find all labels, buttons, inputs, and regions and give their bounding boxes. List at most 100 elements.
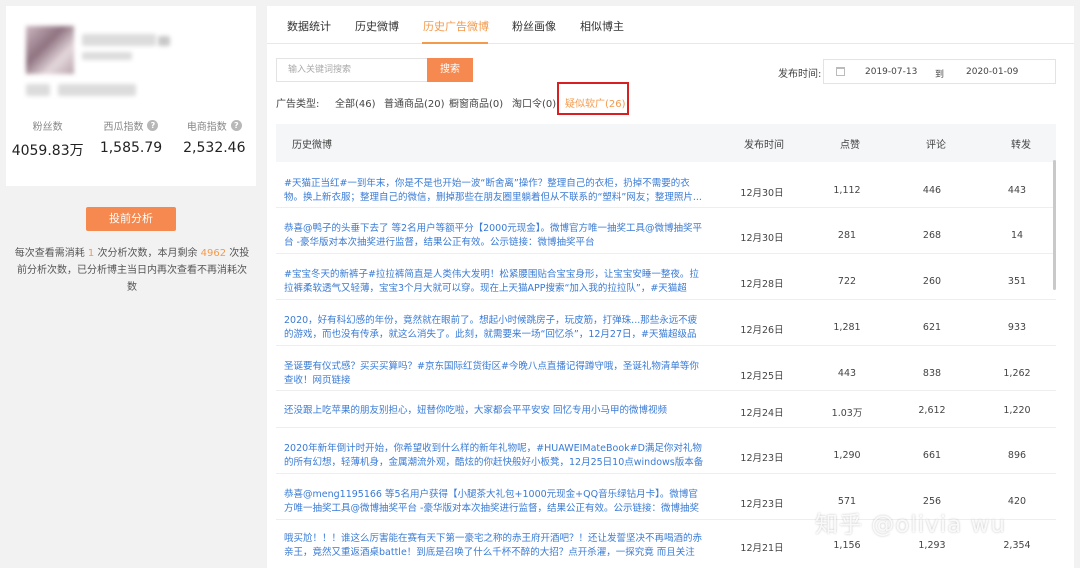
row-likes: 1,290 [833,450,861,461]
table-row: 还没跟上吃苹果的朋友别担心，妞替你吃啦，大家都会平平安安 回忆专用小马甲的微博视… [276,391,1056,428]
table-row: #宝宝冬天的新裤子#拉拉裤简直是人类伟大发明！松紧腰围贴合宝宝身形，让宝宝安睡一… [276,254,1056,300]
header-weibo: 历史微博 [292,140,332,151]
weibo-text-link[interactable]: #宝宝冬天的新裤子#拉拉裤简直是人类伟大发明！松紧腰围贴合宝宝身形，让宝宝安睡一… [284,268,704,296]
row-likes: 443 [837,368,857,379]
weibo-text-link[interactable]: 圣诞要有仪式感？买买买算吗？#京东国际红货街区#今晚八点直播记得蹲守哦，圣诞礼物… [284,360,704,388]
row-date: 12月26日 [740,325,784,336]
stat-fans: 粉丝数 4059.83万 [6,118,89,160]
date-separator: 到 [935,70,945,80]
weibo-text-link[interactable]: 还没跟上吃苹果的朋友别担心，妞替你吃啦，大家都会平平安安 回忆专用小马甲的微博视… [284,404,704,418]
stat-label: 电商指数 [186,121,227,133]
row-reposts: 1,262 [1003,368,1031,379]
calendar-icon [836,67,845,76]
filter-window-goods[interactable]: 橱窗商品(0) [449,95,503,110]
row-comments: 1,293 [918,540,946,551]
table-row: 圣诞要有仪式感？买买买算吗？#京东国际红货街区#今晚八点直播记得蹲守哦，圣诞礼物… [276,346,1056,391]
stat-value: 2,532.46 [183,140,246,156]
stat-value: 1,585.79 [99,140,163,156]
weibo-text-link[interactable]: #天猫正当红#一到年末，你是不是也开始一波“断舍离”操作？整理自己的衣柜，扔掉不… [284,177,704,205]
blurred-subtitle [82,52,132,60]
table-row: 2020年新年倒计时开始，你希望收到什么样的新年礼物呢，#HUAWEIMateB… [276,428,1056,474]
tab-similar-bloggers[interactable]: 相似博主 [580,18,624,34]
row-reposts: 443 [1007,185,1027,196]
pre-analysis-button[interactable]: 投前分析 [86,207,176,231]
quota-remaining: 4962 [200,248,227,259]
table-row: 恭喜@鸭子的头垂下去了 等2名用户等额平分【2000元现金】。微博官方唯一抽奖工… [276,208,1056,254]
table-scrollbar[interactable] [1053,160,1056,290]
row-likes: 722 [837,276,857,287]
watermark: 知乎 @olivia wu [815,512,1006,538]
row-date: 12月24日 [740,408,784,419]
row-comments: 268 [922,230,942,241]
row-date: 12月30日 [740,233,784,244]
tab-history-ad-weibo[interactable]: 历史广告微博 [423,18,489,34]
row-date: 12月23日 [740,499,784,510]
row-comments: 661 [922,450,942,461]
row-date: 12月30日 [740,188,784,199]
row-likes: 1.03万 [831,408,863,419]
row-comments: 621 [922,322,942,333]
row-date: 12月28日 [740,279,784,290]
date-label: 发布时间: [778,69,822,80]
weibo-text-link[interactable]: 2020，好有科幻感的年份，竟然就在眼前了。想起小时候跳房子，玩皮筋，打弹珠..… [284,314,704,342]
tab-history-weibo[interactable]: 历史微博 [355,18,399,34]
stat-label: 粉丝数 [32,121,63,133]
profile-card: 粉丝数 4059.83万 西瓜指数? 1,585.79 电商指数? 2,532.… [6,6,256,186]
row-comments: 446 [922,185,942,196]
quota-notice: 每次查看需消耗 1 次分析次数，本月剩余 4962 次投前分析次数，已分析博主当… [14,248,250,293]
row-likes: 1,112 [833,185,861,196]
tab-bar: 数据统计 历史微博 历史广告微博 粉丝画像 相似博主 [267,6,1074,44]
row-reposts: 933 [1007,322,1027,333]
header-likes: 点赞 [840,140,860,151]
ad-type-label: 广告类型: [276,99,320,110]
row-date: 12月25日 [740,371,784,382]
header-comments: 评论 [926,140,946,151]
tab-data-stats[interactable]: 数据统计 [287,18,331,34]
weibo-text-link[interactable]: 哦买尬！！！谁这么厉害能在赛有天下第一豪宅之称的赤王府开酒吧？！还让发誓坚决不再… [284,532,704,560]
stat-ecommerce-index: 电商指数? 2,532.46 [173,118,256,160]
table-row: #天猫正当红#一到年末，你是不是也开始一波“断舍离”操作？整理自己的衣柜，扔掉不… [276,163,1056,208]
stat-label: 西瓜指数 [103,121,144,133]
blurred-desc-1 [26,84,50,96]
filter-normal-goods[interactable]: 普通商品(20) [384,95,445,110]
date-end[interactable]: 2020-01-09 [966,67,1018,77]
row-date: 12月21日 [740,543,784,554]
date-range-picker[interactable]: 2019-07-13 到 2020-01-09 [823,59,1056,84]
row-reposts: 14 [1010,230,1024,241]
table-header: 历史微博 发布时间 点赞 评论 转发 [276,124,1056,162]
weibo-text-link[interactable]: 恭喜@鸭子的头垂下去了 等2名用户等额平分【2000元现金】。微博官方唯一抽奖工… [284,222,704,250]
row-likes: 1,281 [833,322,861,333]
help-icon[interactable]: ? [147,119,159,131]
help-icon[interactable]: ? [230,119,242,131]
stat-value: 4059.83万 [11,143,84,159]
row-reposts: 2,354 [1003,540,1031,551]
table-row: 2020，好有科幻感的年份，竟然就在眼前了。想起小时候跳房子，玩皮筋，打弹珠..… [276,300,1056,346]
header-date: 发布时间 [744,140,784,151]
row-likes: 281 [837,230,857,241]
tab-fan-profile[interactable]: 粉丝画像 [512,18,556,34]
row-date: 12月23日 [740,453,784,464]
search-input[interactable]: 输入关键词搜索 [276,58,427,82]
filter-taokouling[interactable]: 淘口令(0) [512,95,556,110]
blurred-desc-2 [58,84,136,96]
main-panel: 数据统计 历史微博 历史广告微博 粉丝画像 相似博主 输入关键词搜索 搜索 发布… [267,6,1074,568]
row-comments: 2,612 [918,405,946,416]
weibo-text-link[interactable]: 2020年新年倒计时开始，你希望收到什么样的新年礼物呢，#HUAWEIMateB… [284,442,704,470]
blurred-badge [158,36,170,46]
active-tab-indicator [422,42,488,44]
filter-all[interactable]: 全部(46) [335,95,376,110]
row-reposts: 896 [1007,450,1027,461]
blurred-username [82,34,156,46]
date-start[interactable]: 2019-07-13 [865,67,917,77]
search-button[interactable]: 搜索 [427,58,473,82]
highlight-box [557,82,629,115]
row-likes: 1,156 [833,540,861,551]
row-comments: 260 [922,276,942,287]
quota-cost: 1 [87,248,95,259]
weibo-text-link[interactable]: 恭喜@meng1195166 等5名用户获得【小腿茶大礼包+1000元现金+QQ… [284,488,704,516]
stat-xigua-index: 西瓜指数? 1,585.79 [89,118,172,160]
row-reposts: 1,220 [1003,405,1031,416]
row-reposts: 351 [1007,276,1027,287]
avatar[interactable] [26,26,74,74]
header-reposts: 转发 [1011,140,1031,151]
